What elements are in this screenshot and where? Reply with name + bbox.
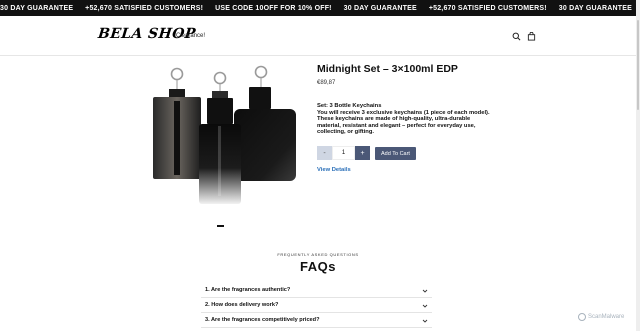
product-title: Midnight Set – 3×100ml EDP [317, 63, 458, 75]
description-line: collecting, or gifting. [317, 129, 375, 136]
cart-button[interactable] [525, 30, 537, 42]
description-line: material, resistant and elegant – perfec… [317, 122, 476, 129]
nav-link-clearance[interactable]: Clearance! [176, 33, 205, 39]
search-button[interactable] [510, 30, 522, 42]
announcement-item: 30 DAY GUARANTEE [0, 4, 74, 12]
faq-question: 1. Are the fragrances authentic? [205, 287, 291, 293]
faq-item[interactable]: 3. Are the fragrances competitively pric… [201, 313, 432, 328]
cart-icon [527, 31, 535, 41]
faq-question: 3. Are the fragrances competitively pric… [205, 317, 320, 323]
chevron-down-icon [422, 304, 428, 308]
faq-title: FAQs [300, 259, 336, 274]
announcement-item: USE CODE 10OFF FOR 10% OFF! [215, 4, 332, 12]
quantity-input[interactable]: 1 [332, 146, 355, 160]
shield-icon [578, 313, 586, 321]
search-icon [512, 32, 520, 40]
quantity-stepper: - 1 + [317, 146, 370, 160]
watermark: ScanMalware [578, 313, 624, 321]
announcement-item: 30 DAY GUARANTEE [343, 4, 417, 12]
announcement-item: 30 DAY GUARANTEE [558, 4, 632, 12]
site-header: BELA SHOP Clearance! [0, 16, 640, 56]
announcement-item: +52,670 SATISFIED CUSTOMERS! [428, 4, 547, 12]
chevron-down-icon [422, 289, 428, 293]
add-to-cart-button[interactable]: Add To Cart [375, 147, 416, 160]
scrollbar-thumb[interactable] [637, 20, 639, 110]
faq-item[interactable]: 1. Are the fragrances authentic? [201, 283, 432, 298]
perfume-bottles-image [153, 65, 296, 204]
description-line: Set: 3 Bottle Keychains [317, 103, 382, 109]
watermark-text: ScanMalware [588, 314, 625, 320]
view-details-link[interactable]: View Details [317, 167, 351, 173]
announcement-bar: 30 DAY GUARANTEE +52,670 SATISFIED CUSTO… [0, 0, 640, 16]
description-line: You will receive 3 exclusive keychains (… [317, 109, 490, 116]
announcement-item: +52,670 SATISFIED CUSTOMERS! [85, 4, 204, 12]
chevron-down-icon [422, 319, 428, 323]
quantity-increase-button[interactable]: + [355, 146, 370, 160]
product-description: Set: 3 Bottle Keychains You will receive… [317, 103, 507, 136]
faq-item[interactable]: 2. How does delivery work? [201, 298, 432, 313]
product-image[interactable] [150, 62, 300, 212]
quantity-decrease-button[interactable]: - [317, 146, 332, 160]
faq-kicker: FREQUENTLY ASKED QUESTIONS [277, 252, 359, 257]
page: 30 DAY GUARANTEE +52,670 SATISFIED CUSTO… [0, 0, 640, 331]
description-line: These keychains are made of high-quality… [317, 116, 471, 123]
faq-list: 1. Are the fragrances authentic? 2. How … [201, 283, 432, 328]
product-price: €89,87 [317, 80, 336, 86]
faq-question: 2. How does delivery work? [205, 302, 279, 308]
image-slider-indicator[interactable] [217, 225, 224, 227]
